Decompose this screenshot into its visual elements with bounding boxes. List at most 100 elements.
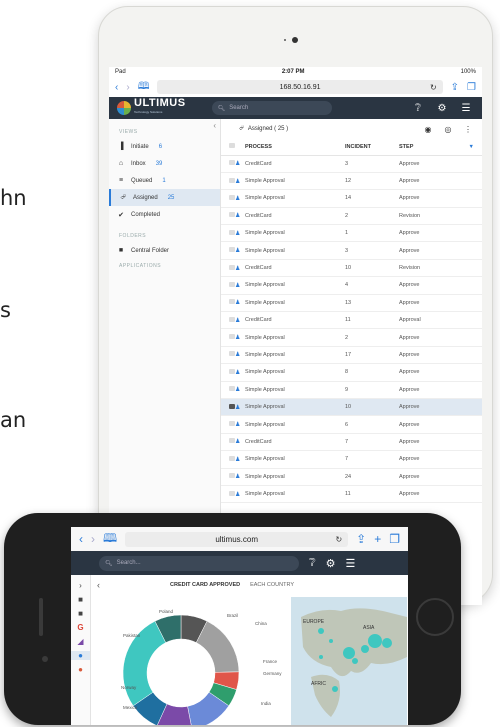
column-header-process[interactable]: PROCESS (245, 139, 345, 156)
search-input[interactable]: 🔍︎ Search (211, 101, 332, 115)
folders-icon[interactable]: ■ (78, 595, 83, 604)
folder-icon[interactable]: ■ (78, 609, 83, 618)
table-row[interactable]: ♟ Simple Approval 7 Approve (221, 450, 482, 469)
content-toolbar: ⮰ Assigned ( 25 ) ◉ ◎ ⋮ (221, 119, 482, 139)
phone-app-header: 🔍︎ Search... ❔︎ ⚙︎ ☰ (71, 551, 408, 575)
dashboard-icon[interactable]: ● (71, 651, 90, 660)
table-row[interactable]: ♟ Simple Approval 6 Approve (221, 415, 482, 434)
help-icon[interactable]: ❔︎ (309, 557, 316, 570)
map-label-africa: AFRIC (311, 681, 326, 687)
table-row[interactable]: ♟ Simple Approval 13 Approve (221, 294, 482, 313)
chart-icon[interactable]: ◢ (77, 637, 83, 646)
step-cell: Approve (399, 172, 482, 191)
browser-toolbar: ‹ › 🕮 168.50.16.91 ↻ ⇪ ❐ (109, 77, 482, 97)
filter-icon[interactable]: ▼ (469, 144, 482, 150)
sidebar-item-inbox[interactable]: ⌂ Inbox 39 (109, 155, 220, 172)
tabs-icon[interactable]: ❐ (467, 82, 476, 93)
process-icon: ♟ (235, 294, 245, 313)
table-row[interactable]: ♟ Simple Approval 9 Approve (221, 381, 482, 399)
table-row[interactable]: ♟ Simple Approval 10 Approve (221, 398, 482, 417)
column-header-step[interactable]: STEP ▼ (399, 139, 482, 156)
incident-cell: 9 (345, 381, 399, 399)
pie-label: Norway (121, 685, 137, 690)
pie-label: Brazil (227, 613, 238, 618)
view-icon[interactable]: ◉ (420, 125, 436, 134)
phone-search-input[interactable]: 🔍︎ Search... (99, 555, 299, 571)
world-map[interactable]: EUROPE ASIA AFRIC (291, 597, 407, 725)
share-icon[interactable]: ⇪ (451, 82, 459, 93)
process-icon: ♟ (235, 468, 245, 486)
map-bubble (319, 655, 323, 659)
forward-icon[interactable]: › (91, 532, 95, 546)
table-row[interactable]: ♟ Simple Approval 8 Approve (221, 363, 482, 382)
google-icon[interactable]: G (77, 623, 83, 632)
process-cell: CreditCard (245, 259, 345, 278)
process-cell: Simple Approval (245, 363, 345, 382)
map-bubble (318, 628, 324, 634)
more-icon[interactable]: ⋮ (460, 125, 476, 134)
logo-mark (117, 101, 131, 115)
select-all-checkbox[interactable] (229, 143, 235, 149)
table-row[interactable]: ♟ Simple Approval 1 Approve (221, 224, 482, 243)
share-icon[interactable]: ⇪ (356, 532, 366, 546)
forward-icon[interactable]: › (126, 82, 129, 93)
table-row[interactable]: ♟ CreditCard 3 Approve (221, 155, 482, 173)
home-button[interactable] (416, 598, 454, 636)
address-bar[interactable]: 168.50.16.91 ↻ (157, 80, 443, 94)
tab-credit-card-approved[interactable]: CREDIT CARD APPROVED (170, 582, 240, 588)
app-icon[interactable]: ● (78, 665, 83, 674)
sidebar-item-queued[interactable]: ≡ Queued 1 (109, 172, 220, 189)
dashboard-panel: ‹ CREDIT CARD APPROVED EACH COUNTRY Pola… (91, 575, 408, 725)
back-icon[interactable]: ‹ (79, 532, 83, 546)
bookmarks-icon[interactable]: 🕮 (103, 529, 117, 550)
phone-address-bar[interactable]: ultimus.com ↻ (125, 531, 349, 547)
table-row[interactable]: ♟ Simple Approval 14 Approve (221, 189, 482, 208)
help-icon[interactable]: ❔︎ (410, 103, 426, 114)
incident-cell: 4 (345, 276, 399, 295)
tabs-icon[interactable]: ❐ (389, 532, 400, 546)
initiate-icon: ▐ (118, 143, 124, 150)
table-row[interactable]: ♟ CreditCard 2 Revision (221, 207, 482, 226)
column-header-incident[interactable]: INCIDENT (345, 139, 399, 156)
table-row[interactable]: ♟ CreditCard 7 Approve (221, 433, 482, 452)
tablet-camera (292, 37, 298, 43)
menu-icon[interactable]: ☰ (346, 557, 356, 570)
process-icon: ♟ (235, 346, 245, 365)
table-row[interactable]: ♟ Simple Approval 3 Approve (221, 241, 482, 260)
back-icon[interactable]: ‹ (97, 580, 100, 590)
sidebar-item-initiate[interactable]: ▐ Initiate 6 (109, 138, 220, 155)
process-cell: CreditCard (245, 155, 345, 173)
expand-icon[interactable]: › (79, 581, 82, 590)
sidebar-item-assigned[interactable]: ⮰ Assigned 25 (109, 189, 220, 206)
process-icon: ♟ (235, 276, 245, 295)
table-row[interactable]: ♟ Simple Approval 17 Approve (221, 346, 482, 365)
record-icon[interactable]: ◎ (440, 125, 456, 134)
reload-icon[interactable]: ↻ (335, 535, 342, 544)
bookmarks-icon[interactable]: 🕮 (138, 79, 150, 96)
back-icon[interactable]: ‹ (115, 82, 118, 93)
views-title: VIEWS (119, 129, 138, 135)
table-row[interactable]: ♟ Simple Approval 4 Approve (221, 276, 482, 295)
map-bubble (343, 647, 355, 659)
phone-camera (42, 656, 48, 662)
table-row[interactable]: ♟ Simple Approval 24 Approve (221, 468, 482, 486)
collapse-sidebar-icon[interactable]: ‹ (213, 121, 216, 130)
table-row[interactable]: ♟ CreditCard 10 Revision (221, 259, 482, 278)
table-row[interactable]: ♟ CreditCard 11 Approval (221, 311, 482, 330)
table-row[interactable]: ♟ Simple Approval 2 Approve (221, 328, 482, 347)
reload-icon[interactable]: ↻ (430, 83, 437, 92)
menu-icon[interactable]: ☰ (458, 103, 474, 114)
tab-each-country[interactable]: EACH COUNTRY (250, 582, 294, 588)
table-row[interactable]: ♟ Simple Approval 11 Approve (221, 485, 482, 504)
pie-label: France (263, 659, 278, 664)
sidebar-item-completed[interactable]: ✔ Completed (109, 206, 220, 223)
assigned-icon: ⮰ (239, 125, 244, 132)
table-row[interactable]: ♟ Simple Approval 12 Approve (221, 172, 482, 191)
process-icon: ♟ (235, 311, 245, 330)
add-icon[interactable]: + (374, 532, 381, 546)
settings-icon[interactable]: ⚙︎ (326, 557, 336, 570)
process-cell: Simple Approval (245, 241, 345, 260)
sidebar-item-central-folder[interactable]: ■ Central Folder (109, 242, 220, 259)
process-cell: Simple Approval (245, 172, 345, 191)
settings-icon[interactable]: ⚙︎ (434, 103, 450, 114)
